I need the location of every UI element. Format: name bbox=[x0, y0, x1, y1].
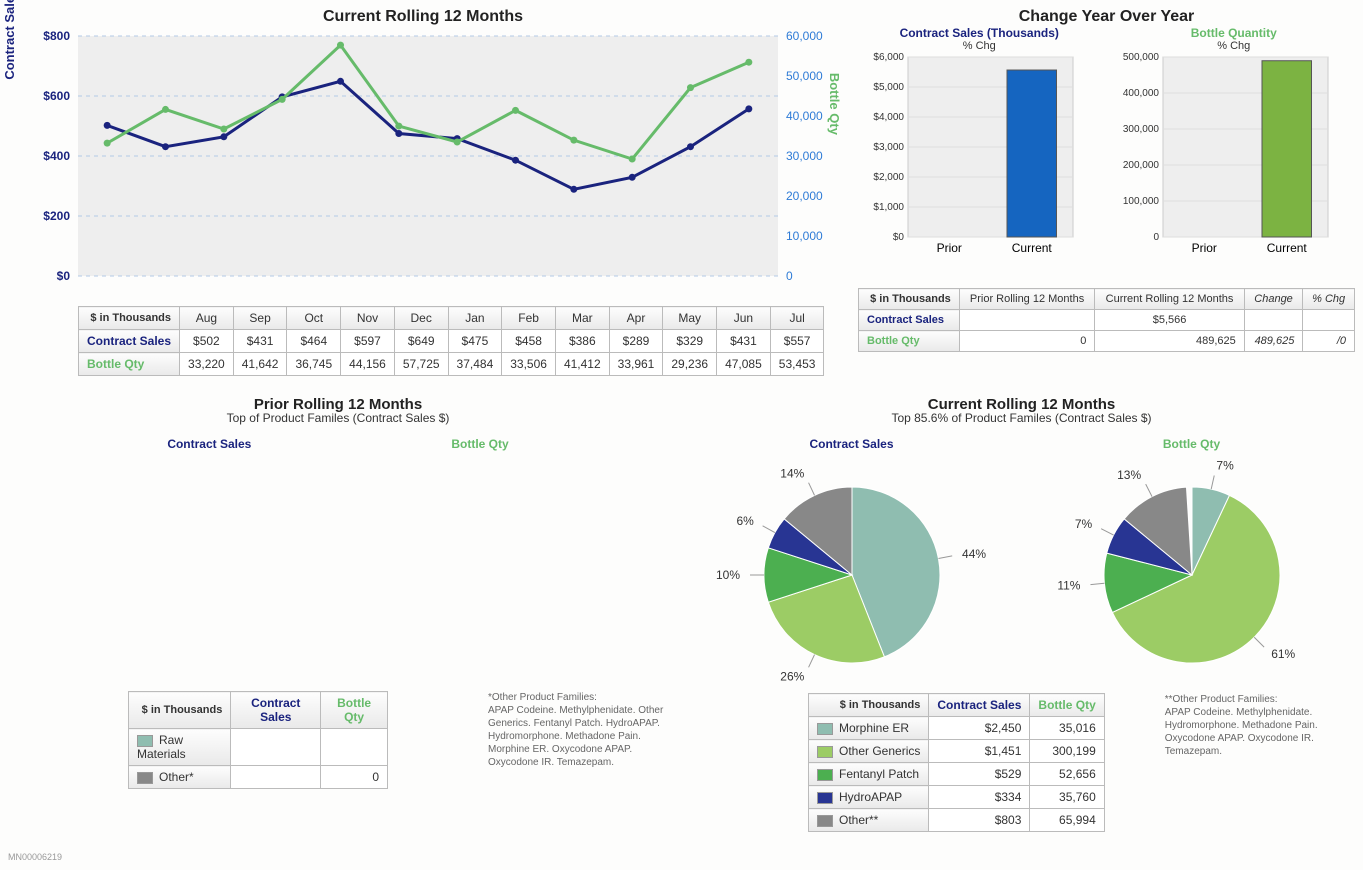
main-title: Current Rolling 12 Months bbox=[8, 8, 838, 26]
svg-text:$5,000: $5,000 bbox=[873, 82, 904, 93]
svg-text:50,000: 50,000 bbox=[786, 69, 823, 83]
yoy-col-change: Change bbox=[1244, 289, 1303, 310]
svg-text:$0: $0 bbox=[893, 232, 905, 243]
yoy-bq-pct: /0 bbox=[1303, 331, 1355, 352]
svg-text:$600: $600 bbox=[43, 89, 70, 103]
rolling12-table: $ in ThousandsAugSepOctNovDecJanFebMarAp… bbox=[78, 306, 824, 376]
yoy-cs-sub: % Chg bbox=[858, 40, 1101, 52]
prior-footnote-title: *Other Product Families: bbox=[488, 692, 597, 703]
yoy-title: Change Year Over Year bbox=[858, 8, 1355, 26]
yoy-cs-current: $5,566 bbox=[1095, 310, 1244, 331]
prior-footnote-body: APAP Codeine. Methylphenidate. Other Gen… bbox=[488, 705, 663, 768]
svg-text:40,000: 40,000 bbox=[786, 109, 823, 123]
svg-text:Prior: Prior bbox=[1191, 241, 1216, 255]
svg-text:10%: 10% bbox=[715, 568, 739, 582]
yoy-cs-pct bbox=[1303, 310, 1355, 331]
svg-text:11%: 11% bbox=[1057, 579, 1080, 593]
current-footnote: **Other Product Families: APAP Codeine. … bbox=[1165, 693, 1345, 758]
svg-text:44%: 44% bbox=[962, 547, 986, 561]
y2-axis-label: Bottle Qty bbox=[827, 73, 842, 135]
svg-text:13%: 13% bbox=[1117, 468, 1141, 482]
svg-text:30,000: 30,000 bbox=[786, 149, 823, 163]
yoy-row-cs: Contract Sales bbox=[859, 310, 960, 331]
prior-legend-bq: Bottle Qty bbox=[451, 437, 508, 451]
svg-text:60,000: 60,000 bbox=[786, 29, 823, 43]
svg-text:Prior: Prior bbox=[937, 241, 962, 255]
yoy-bq-current: 489,625 bbox=[1095, 331, 1244, 352]
svg-text:$4,000: $4,000 bbox=[873, 112, 904, 123]
yoy-bq-sub: % Chg bbox=[1113, 40, 1356, 52]
prior-family-table: $ in ThousandsContract SalesBottle QtyRa… bbox=[128, 691, 388, 789]
current-family-table: $ in ThousandsContract SalesBottle QtyMo… bbox=[808, 693, 1105, 832]
svg-text:$1,000: $1,000 bbox=[873, 202, 904, 213]
svg-text:7%: 7% bbox=[1074, 517, 1092, 531]
svg-text:300,000: 300,000 bbox=[1122, 124, 1159, 135]
svg-text:0: 0 bbox=[786, 269, 793, 283]
rolling12-line-chart: $0 $200 $400 $600 $800 0 10,000 20,000 30,000 40,… bbox=[8, 26, 838, 306]
pie-bq-title: Bottle Qty bbox=[1042, 437, 1342, 451]
svg-text:100,000: 100,000 bbox=[1122, 196, 1159, 207]
svg-text:$400: $400 bbox=[43, 149, 70, 163]
svg-text:500,000: 500,000 bbox=[1122, 52, 1159, 63]
svg-text:61%: 61% bbox=[1271, 647, 1295, 661]
svg-text:$2,000: $2,000 bbox=[873, 172, 904, 183]
svg-text:10,000: 10,000 bbox=[786, 229, 823, 243]
yoy-cs-change bbox=[1244, 310, 1303, 331]
prior-footnote: *Other Product Families: APAP Codeine. M… bbox=[488, 691, 668, 769]
yoy-bq-change: 489,625 bbox=[1244, 331, 1303, 352]
doc-id: MN00006219 bbox=[8, 852, 1355, 862]
svg-text:26%: 26% bbox=[780, 669, 804, 683]
pie-cs-chart: 44% 26% 10% 6% 14% bbox=[702, 455, 1002, 685]
yoy-cs-bar-chart: $0 $1,000 $2,000 $3,000 $4,000 $5,000 $6,000 Pr… bbox=[858, 52, 1078, 262]
pie-cs-title: Contract Sales bbox=[702, 437, 1002, 451]
current-footnote-title: **Other Product Families: bbox=[1165, 694, 1278, 705]
svg-text:7%: 7% bbox=[1216, 459, 1234, 473]
pie-bq-chart: 7% 61% 11% 7% 13% bbox=[1042, 455, 1342, 685]
yoy-col-pct: % Chg bbox=[1303, 289, 1355, 310]
yoy-bq-bar-chart: 0 100,000 200,000 300,000 400,000 500,000 Prio… bbox=[1113, 52, 1333, 262]
yoy-corner: $ in Thousands bbox=[859, 289, 960, 310]
prior-legend-cs: Contract Sales bbox=[167, 437, 251, 451]
yoy-cs-title: Contract Sales (Thousands) bbox=[858, 26, 1101, 40]
yoy-bq-prior: 0 bbox=[959, 331, 1095, 352]
current-footnote-body: APAP Codeine. Methylphenidate. Hydromorp… bbox=[1165, 707, 1318, 757]
svg-text:$0: $0 bbox=[57, 269, 71, 283]
yoy-col-prior: Prior Rolling 12 Months bbox=[959, 289, 1095, 310]
yoy-col-current: Current Rolling 12 Months bbox=[1095, 289, 1244, 310]
svg-text:14%: 14% bbox=[780, 467, 804, 481]
svg-text:0: 0 bbox=[1153, 232, 1159, 243]
svg-text:$3,000: $3,000 bbox=[873, 142, 904, 153]
svg-text:Current: Current bbox=[1012, 241, 1053, 255]
current-subtitle: Top 85.6% of Product Familes (Contract S… bbox=[688, 411, 1355, 425]
svg-text:200,000: 200,000 bbox=[1122, 160, 1159, 171]
svg-text:6%: 6% bbox=[736, 514, 754, 528]
svg-text:$6,000: $6,000 bbox=[873, 52, 904, 63]
prior-subtitle: Top of Product Familes (Contract Sales $… bbox=[8, 411, 668, 425]
yoy-row-bq: Bottle Qty bbox=[859, 331, 960, 352]
svg-text:$200: $200 bbox=[43, 209, 70, 223]
svg-text:$800: $800 bbox=[43, 29, 70, 43]
yoy-table: $ in Thousands Prior Rolling 12 Months C… bbox=[858, 288, 1355, 352]
svg-text:Current: Current bbox=[1266, 241, 1307, 255]
yoy-bq-title: Bottle Quantity bbox=[1113, 26, 1356, 40]
svg-text:400,000: 400,000 bbox=[1122, 88, 1159, 99]
yoy-cs-prior bbox=[959, 310, 1095, 331]
svg-text:20,000: 20,000 bbox=[786, 189, 823, 203]
y1-axis-label: Contract Sales (Thousands) bbox=[2, 0, 17, 80]
